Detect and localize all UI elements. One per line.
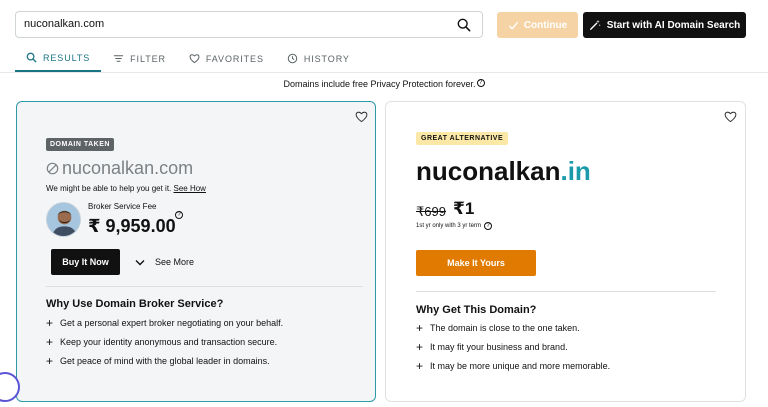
magic-wand-icon [589, 19, 601, 30]
tab-results[interactable]: RESULTS [15, 45, 102, 72]
alt-domain-name: nuconalkan [416, 156, 561, 186]
reason-text: Get a personal expert broker negotiating… [60, 317, 284, 328]
tab-history-label: HISTORY [303, 53, 350, 64]
tabs-divider [0, 72, 768, 73]
plus-icon: + [46, 315, 54, 330]
broker-fee-price: ₹ 9,959.00 [88, 216, 176, 236]
broker-fee-label: Broker Service Fee [88, 202, 157, 211]
reason-text: It may fit your business and brand. [430, 341, 568, 352]
tab-filter[interactable]: FILTER [102, 45, 177, 72]
list-item: + Keep your identity anonymous and transa… [46, 332, 283, 351]
taken-domain-name: nuconalkan.com [62, 158, 194, 178]
broker-avatar [46, 202, 81, 237]
plus-icon: + [416, 339, 424, 354]
domain-taken-badge: DOMAIN TAKEN [46, 138, 114, 151]
broker-why-title: Why Use Domain Broker Service? [46, 298, 224, 310]
alt-reasons-list: + The domain is close to the one taken. +… [416, 318, 610, 375]
tab-history[interactable]: HISTORY [276, 45, 361, 72]
list-item: + Get peace of mind with the global leade… [46, 351, 283, 370]
price-term-text: 1st yr only with 3 yr term [416, 223, 482, 229]
domain-search-input[interactable]: nuconalkan.com [15, 11, 483, 38]
plus-icon: + [416, 320, 424, 335]
buy-it-now-button[interactable]: Buy It Now [51, 249, 120, 275]
tab-favorites[interactable]: FAVORITES [178, 45, 275, 72]
reason-text: Keep your identity anonymous and transac… [60, 336, 278, 347]
results-tabs: RESULTS FILTER FAVORITES HISTORY [15, 45, 362, 72]
original-price: ₹699 [416, 204, 446, 219]
list-item: + The domain is close to the one taken. [416, 318, 610, 337]
ai-search-label: Start with AI Domain Search [606, 19, 741, 31]
tab-filter-label: FILTER [130, 53, 166, 64]
help-text-label: We might be able to help you get it. [46, 184, 172, 193]
plus-icon: + [46, 334, 54, 349]
broker-reasons-list: + Get a personal expert broker negotiatin… [46, 313, 283, 370]
alt-domain-tld: .in [560, 156, 591, 186]
continue-label: Continue [523, 19, 568, 31]
card-divider [416, 291, 716, 292]
tab-results-label: RESULTS [43, 52, 91, 63]
alternative-domain-title: nuconalkan.in [416, 156, 591, 187]
alternative-domain-card: GREAT ALTERNATIVE nuconalkan.in ₹699 ₹1 … [385, 101, 746, 402]
continue-button[interactable]: Continue [497, 12, 578, 38]
search-icon [26, 52, 37, 63]
broker-info-icon[interactable]: ? [175, 211, 183, 219]
favorite-heart-icon[interactable] [355, 110, 368, 123]
list-item: + Get a personal expert broker negotiatin… [46, 313, 283, 332]
see-how-link[interactable]: See How [174, 184, 206, 193]
chevron-down-icon [135, 259, 145, 265]
plus-icon: + [416, 358, 424, 373]
filter-icon [114, 55, 124, 62]
see-more-toggle[interactable]: See More [135, 257, 194, 267]
reason-text: The domain is close to the one taken. [430, 322, 580, 333]
favorite-heart-icon[interactable] [724, 110, 737, 123]
plus-icon: + [46, 353, 54, 368]
sale-price: ₹1 [453, 199, 475, 218]
great-alternative-badge: GREAT ALTERNATIVE [416, 132, 509, 145]
make-it-yours-button[interactable]: Make It Yours [416, 250, 536, 276]
privacy-note-text: Domains include free Privacy Protection … [283, 79, 476, 89]
price-term: 1st yr only with 3 yr term ? [416, 222, 493, 230]
taken-domain-title: nuconalkan.com [46, 158, 193, 179]
help-text: We might be able to help you get it. See… [46, 184, 206, 193]
info-icon[interactable]: ? [476, 79, 485, 87]
history-icon [287, 53, 298, 64]
list-item: + It may fit your business and brand. [416, 337, 610, 356]
ai-domain-search-button[interactable]: Start with AI Domain Search [583, 12, 746, 38]
search-input-value: nuconalkan.com [24, 18, 105, 30]
broker-portrait [47, 203, 80, 236]
info-icon[interactable]: ? [484, 222, 493, 230]
taken-domain-card: DOMAIN TAKEN nuconalkan.com We might be … [16, 101, 376, 402]
unavailable-icon [46, 162, 59, 175]
checkmark-icon [508, 21, 518, 30]
reason-text: It may be more unique and more memorable… [430, 360, 611, 371]
card-divider [46, 286, 363, 287]
alt-why-title: Why Get This Domain? [416, 304, 537, 316]
reason-text: Get peace of mind with the global leader… [60, 355, 270, 366]
tab-favorites-label: FAVORITES [205, 53, 264, 64]
search-icon[interactable] [457, 18, 471, 32]
heart-icon [189, 54, 200, 64]
privacy-note: Domains include free Privacy Protection … [0, 79, 768, 89]
list-item: + It may be more unique and more memorabl… [416, 356, 610, 375]
see-more-label: See More [155, 257, 195, 267]
